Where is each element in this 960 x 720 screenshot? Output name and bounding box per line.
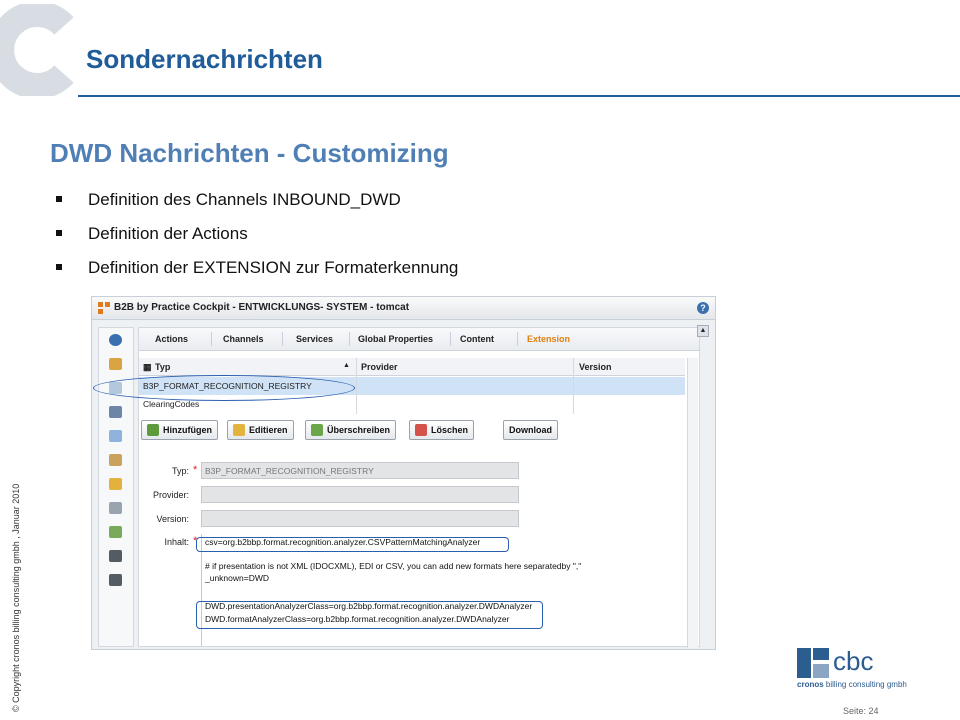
delete-button[interactable]: Löschen xyxy=(409,420,475,440)
version-label: Version: xyxy=(156,514,189,524)
users-icon[interactable] xyxy=(109,526,122,538)
typ-field[interactable]: B3P_FORMAT_RECOGNITION_REGISTRY xyxy=(201,462,519,479)
tab-separator xyxy=(450,332,451,346)
tab-separator xyxy=(517,332,518,346)
bullet-marker xyxy=(56,264,62,270)
tab-extension[interactable]: Extension xyxy=(527,334,570,344)
slide-title: Sondernachrichten xyxy=(86,44,323,74)
overwrite-icon xyxy=(311,424,323,436)
home-icon[interactable] xyxy=(109,358,122,370)
help-icon[interactable] xyxy=(109,334,122,346)
provider-field[interactable] xyxy=(201,486,519,503)
tab-global-properties[interactable]: Global Properties xyxy=(358,334,433,344)
tab-separator xyxy=(349,332,350,346)
app-window: B2B by Practice Cockpit - ENTWICKLUNGS- … xyxy=(91,296,716,650)
provider-label: Provider: xyxy=(152,490,189,500)
warning-icon[interactable] xyxy=(109,454,122,466)
inhalt-label: Inhalt: xyxy=(164,537,189,547)
window-title: B2B by Practice Cockpit - ENTWICKLUNGS- … xyxy=(114,302,410,313)
table-header: ▦ Typ ▲ Provider Version xyxy=(139,358,685,376)
scroll-up-arrow[interactable]: ▲ xyxy=(697,325,709,337)
required-marker: * xyxy=(193,464,198,476)
bullet-item: Definition der Actions xyxy=(52,224,458,258)
window-titlebar: B2B by Practice Cockpit - ENTWICKLUNGS- … xyxy=(92,297,715,320)
title-divider xyxy=(78,95,960,97)
column-header-provider[interactable]: Provider xyxy=(361,362,398,372)
bullet-list: Definition des Channels INBOUND_DWD Defi… xyxy=(52,190,458,292)
sort-asc-icon[interactable]: ▲ xyxy=(343,362,350,369)
add-icon xyxy=(147,424,159,436)
add-button[interactable]: Hinzufügen xyxy=(141,420,218,440)
copyright-note: © Copyright cronos billing consulting gm… xyxy=(11,483,21,712)
action-button-row: Hinzufügen Editieren Überschreiben Lösch… xyxy=(139,420,685,442)
version-field[interactable] xyxy=(201,510,519,527)
column-divider xyxy=(356,358,357,414)
bullet-item: Definition des Channels INBOUND_DWD xyxy=(52,190,458,224)
highlight-oval xyxy=(93,375,355,401)
edit-button[interactable]: Editieren xyxy=(227,420,294,440)
tab-separator xyxy=(282,332,283,346)
binoculars-icon[interactable] xyxy=(109,550,122,562)
download-button[interactable]: Download xyxy=(503,420,558,440)
gear-icon[interactable] xyxy=(109,502,122,514)
corner-c-logo xyxy=(0,4,74,96)
bullet-marker xyxy=(56,196,62,202)
edit-icon xyxy=(233,424,245,436)
vertical-scrollbar[interactable] xyxy=(687,358,698,648)
slide-subtitle: DWD Nachrichten - Customizing xyxy=(50,138,449,168)
tab-services[interactable]: Services xyxy=(296,334,333,344)
documents-icon[interactable] xyxy=(109,430,122,442)
page-number: Seite: 24 xyxy=(843,706,879,716)
bullet-item: Definition der EXTENSION zur Formaterken… xyxy=(52,258,458,292)
content-line: # if presentation is not XML (IDOCXML), … xyxy=(205,561,582,571)
monitor-icon[interactable] xyxy=(109,406,122,418)
logo-tagline: cronos billing consulting gmbh xyxy=(797,680,907,689)
delete-icon xyxy=(415,424,427,436)
binoculars-icon[interactable] xyxy=(109,574,122,586)
tab-content[interactable]: Content xyxy=(460,334,494,344)
cbc-logo-icon xyxy=(797,648,829,678)
company-logo: cbc cronos billing consulting gmbh xyxy=(797,646,917,696)
highlight-box xyxy=(196,601,543,629)
lock-icon[interactable] xyxy=(109,478,122,490)
left-toolbar xyxy=(98,327,134,647)
logo-wordmark: cbc xyxy=(833,646,874,676)
app-icon xyxy=(98,302,110,314)
column-header-typ[interactable]: Typ xyxy=(155,362,170,372)
overwrite-button[interactable]: Überschreiben xyxy=(305,420,397,440)
typ-label: Typ: xyxy=(171,466,189,476)
grid-icon: ▦ xyxy=(143,362,152,372)
tab-separator xyxy=(211,332,212,346)
content-line: _unknown=DWD xyxy=(205,573,270,583)
column-header-version[interactable]: Version xyxy=(579,362,612,372)
help-icon[interactable]: ? xyxy=(697,302,709,314)
highlight-box xyxy=(196,537,509,552)
tab-actions[interactable]: Actions xyxy=(155,334,188,344)
tab-channels[interactable]: Channels xyxy=(223,334,264,344)
tab-bar: Actions Channels Services Global Propert… xyxy=(139,328,699,351)
bullet-marker xyxy=(56,230,62,236)
column-divider xyxy=(573,358,574,414)
